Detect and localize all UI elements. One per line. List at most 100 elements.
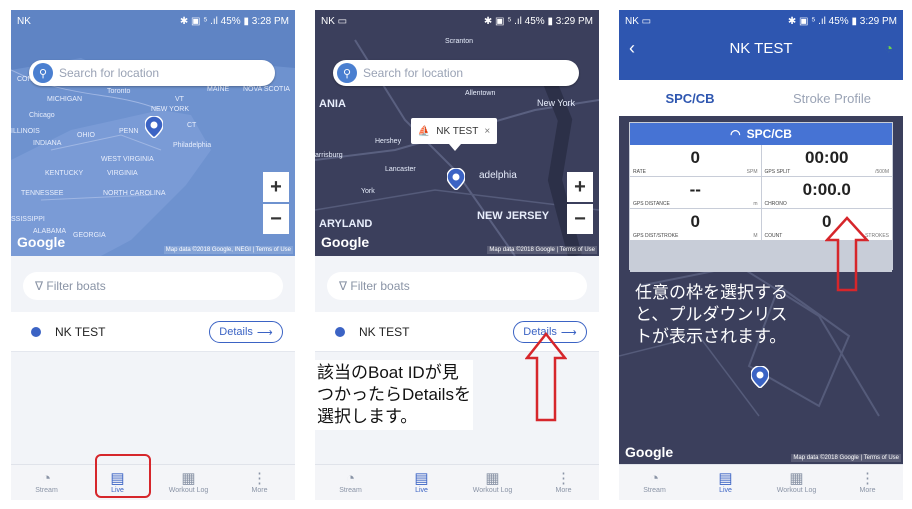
- map-attribution[interactable]: Map data ©2018 Google | Terms of Use: [487, 246, 597, 254]
- up-arrow-annotation-icon: [825, 216, 869, 292]
- map-label: adelphia: [479, 170, 517, 181]
- status-left: NK ▭: [625, 15, 652, 27]
- nav-more[interactable]: ⋮ More: [832, 465, 903, 500]
- live-signal-icon[interactable]: ◔: [885, 40, 893, 56]
- map-label: Philadelphia: [173, 142, 212, 149]
- map-label: MICHIGAN: [47, 96, 82, 103]
- metric-cell-chrono[interactable]: 0:00.0 CHRONO: [761, 177, 892, 208]
- metric-cell-rate[interactable]: 0 RATE SPM: [630, 145, 761, 176]
- nav-stream[interactable]: ◔ Stream: [315, 465, 386, 500]
- map-attribution[interactable]: Map data ©2018 Google | Terms of Use: [791, 454, 901, 462]
- nav-label: Workout Log: [472, 487, 513, 494]
- boat-status-dot: [335, 326, 345, 337]
- nav-more[interactable]: ⋮ More: [224, 465, 295, 500]
- map-label: Chicago: [29, 112, 55, 119]
- boat-marker-icon: ⛵: [417, 125, 431, 137]
- tab-stroke-profile[interactable]: Stroke Profile: [761, 80, 903, 116]
- nav-label: Workout Log: [776, 487, 817, 494]
- filter-boats-input[interactable]: ∇ Filter boats: [23, 272, 283, 300]
- nav-label: More: [555, 487, 572, 494]
- map-label: Allentown: [465, 90, 496, 97]
- boat-name: NK TEST: [55, 324, 106, 339]
- zoom-in-button[interactable]: +: [263, 172, 289, 202]
- status-left: NK: [17, 15, 31, 27]
- map-label: New York: [537, 98, 576, 108]
- map-label: Hershey: [375, 138, 402, 145]
- search-placeholder: Search for location: [59, 66, 160, 80]
- metric-label: GPS DISTANCE: [633, 201, 670, 207]
- map-icon: ▤: [414, 470, 429, 487]
- nav-stream[interactable]: ◔ Stream: [11, 465, 82, 500]
- map[interactable]: Scranton ANIA New York Hershey Allentown…: [315, 10, 599, 256]
- more-icon: ⋮: [252, 470, 267, 487]
- metric-cell-gps-split[interactable]: 00:00 GPS SPLIT/500M: [761, 145, 892, 176]
- search-placeholder: Search for location: [363, 66, 464, 80]
- location-pin-icon[interactable]: [447, 168, 465, 190]
- zoom-in-button[interactable]: +: [567, 172, 593, 202]
- location-pin-icon[interactable]: [751, 366, 769, 388]
- nav-workout-log[interactable]: ▦ Workout Log: [761, 465, 832, 500]
- nav-live[interactable]: ▤ Live: [690, 465, 761, 500]
- nav-more[interactable]: ⋮ More: [528, 465, 599, 500]
- map-label: Toronto: [107, 88, 131, 95]
- map-label: VIRGINIA: [107, 170, 138, 177]
- map-label: Scranton: [445, 38, 474, 45]
- up-arrow-annotation-icon: [525, 332, 567, 422]
- calendar-icon: ▦: [485, 470, 500, 487]
- nav-workout-log[interactable]: ▦ Workout Log: [153, 465, 224, 500]
- metric-cell-gps-distance[interactable]: -- GPS DISTANCE m: [630, 177, 761, 208]
- map-label: ANIA: [319, 98, 346, 110]
- tab-spc-cb[interactable]: SPC/CB: [619, 80, 761, 116]
- stream-icon: ◔: [345, 470, 356, 487]
- map-label: WEST VIRGINIA: [101, 156, 154, 163]
- metric-cell-gps-dist-stroke[interactable]: 0 GPS DIST/STROKE M: [630, 209, 761, 240]
- metric-unit: SPM: [746, 169, 758, 175]
- status-left: NK ▭: [321, 15, 348, 27]
- metric-value: 00:00: [805, 148, 849, 167]
- nav-live[interactable]: ▤ Live: [386, 465, 457, 500]
- location-pin-icon[interactable]: [145, 116, 163, 138]
- nav-stream[interactable]: ◔ Stream: [619, 465, 690, 500]
- zoom-out-button[interactable]: −: [263, 204, 289, 234]
- search-input[interactable]: ⚲ Search for location: [29, 60, 275, 86]
- nav-workout-log[interactable]: ▦ Workout Log: [457, 465, 528, 500]
- metric-value: 0:00.0: [802, 180, 851, 199]
- zoom-out-button[interactable]: −: [567, 204, 593, 234]
- metric-label: GPS DIST/STROKE: [633, 233, 679, 239]
- status-bar: NK ▭ ✱ ▣ ⁵ .ıl 45% ▮ 3:29 PM: [619, 10, 903, 32]
- filter-boats-input[interactable]: ∇ Filter boats: [327, 272, 587, 300]
- stream-icon: ◔: [649, 470, 660, 487]
- instruction-caption: 任意の枠を選択する と、プルダウンリス トが表示されます。: [635, 282, 788, 348]
- map-label: GEORGIA: [73, 232, 106, 239]
- nav-label: Live: [719, 487, 732, 494]
- map-label: PENN: [119, 128, 139, 135]
- map-label: Lancaster: [385, 166, 416, 173]
- map-label: TENNESSEE: [21, 190, 64, 197]
- map-icon: ▤: [718, 470, 733, 487]
- map-label: MAINE: [207, 86, 230, 93]
- metric-value: --: [689, 180, 701, 199]
- panel-header: ◠ SPC/CB: [630, 123, 892, 145]
- calendar-icon: ▦: [181, 470, 196, 487]
- map-attribution[interactable]: Map data ©2018 Google, INEGI | Terms of …: [163, 246, 293, 254]
- map[interactable]: CONSIN MICHIGAN Toronto MAINE NOVA SCOTI…: [11, 10, 295, 256]
- boat-list-panel: ∇ Filter boats NK TEST Details ⟶: [11, 256, 295, 464]
- metric-label: COUNT: [764, 233, 783, 239]
- details-button[interactable]: Details ⟶: [209, 321, 283, 343]
- boat-list-item[interactable]: NK TEST Details ⟶: [11, 312, 295, 352]
- map-label: ILLINOIS: [11, 128, 40, 135]
- search-input[interactable]: ⚲ Search for location: [333, 60, 579, 86]
- metric-value: 0: [690, 148, 700, 167]
- map-label: NEW JERSEY: [477, 210, 550, 222]
- map-label: NOVA SCOTIA: [243, 86, 290, 93]
- panel-title: SPC/CB: [746, 127, 792, 141]
- status-right: ✱ ▣ ⁵ .ıl 45% ▮ 3:29 PM: [787, 15, 897, 27]
- boat-info-popup[interactable]: ⛵ NK TEST ×: [411, 118, 497, 151]
- boat-status-dot: [31, 326, 41, 337]
- bottom-nav: ◔ Stream ▤ Live ▦ Workout Log ⋮ More: [315, 464, 599, 500]
- status-right: ✱ ▣ ⁵ .ıl 45% ▮ 3:28 PM: [179, 15, 289, 27]
- caption-line: と、プルダウンリス: [635, 305, 788, 324]
- close-icon[interactable]: ×: [484, 126, 490, 137]
- map-label: VT: [175, 96, 184, 103]
- caption-line: 該当のBoat IDが見: [317, 363, 459, 382]
